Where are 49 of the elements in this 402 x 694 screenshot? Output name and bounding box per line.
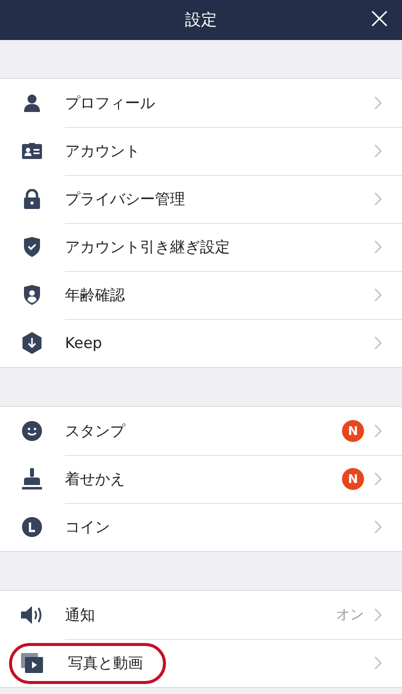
settings-item[interactable]: プライバシー管理: [0, 175, 402, 223]
chevron-icon: [374, 424, 382, 438]
settings-item[interactable]: 写真と動画: [0, 639, 402, 687]
settings-item[interactable]: 通知 オン: [0, 591, 402, 639]
brush-icon: [20, 468, 42, 490]
shield-check-icon: [22, 237, 40, 257]
media-icon: [20, 653, 42, 673]
window-title: 設定: [185, 10, 217, 30]
settings-item[interactable]: 年齢確認: [0, 271, 402, 319]
chevron-icon: [374, 336, 382, 350]
lock-icon: [22, 189, 40, 209]
chevron-icon: [374, 240, 382, 254]
item-label: スタンプ: [65, 422, 125, 440]
item-label: 着せかえ: [65, 470, 125, 488]
settings-item[interactable]: アカウント引き継ぎ設定: [0, 223, 402, 271]
chevron-icon: [374, 192, 382, 206]
chevron-icon: [374, 144, 382, 158]
item-label: プロフィール: [65, 94, 155, 112]
smiley-icon: [22, 421, 42, 441]
settings-item[interactable]: スタンプ N: [0, 407, 402, 455]
item-label: 年齢確認: [65, 286, 125, 304]
chevron-icon: [374, 472, 382, 486]
chevron-icon: [374, 96, 382, 110]
coin-icon: [22, 517, 42, 537]
settings-item[interactable]: コイン: [0, 503, 402, 551]
chevron-icon: [374, 288, 382, 302]
close-button[interactable]: ×: [362, 2, 396, 36]
chevron-icon: [374, 608, 382, 622]
shield-person-icon: [22, 285, 40, 305]
item-label: 写真と動画: [68, 654, 143, 672]
item-label: アカウント引き継ぎ設定: [65, 238, 230, 256]
settings-item[interactable]: アカウント: [0, 127, 402, 175]
settings-item[interactable]: 着せかえ N: [0, 455, 402, 503]
item-label: コイン: [65, 518, 110, 536]
item-label: Keep: [65, 334, 102, 352]
item-label: 通知: [65, 606, 95, 624]
item-value: オン: [336, 606, 364, 624]
settings-item[interactable]: Keep: [0, 319, 402, 367]
chevron-icon: [374, 656, 382, 670]
new-badge: N: [342, 468, 364, 490]
item-label: プライバシー管理: [65, 190, 185, 208]
speaker-icon: [20, 605, 44, 625]
item-label: アカウント: [65, 142, 140, 160]
chevron-icon: [374, 520, 382, 534]
download-icon: [22, 332, 42, 354]
new-badge: N: [342, 420, 364, 442]
person-icon: [22, 93, 42, 113]
settings-item[interactable]: プロフィール: [0, 79, 402, 127]
id-card-icon: [22, 143, 42, 159]
